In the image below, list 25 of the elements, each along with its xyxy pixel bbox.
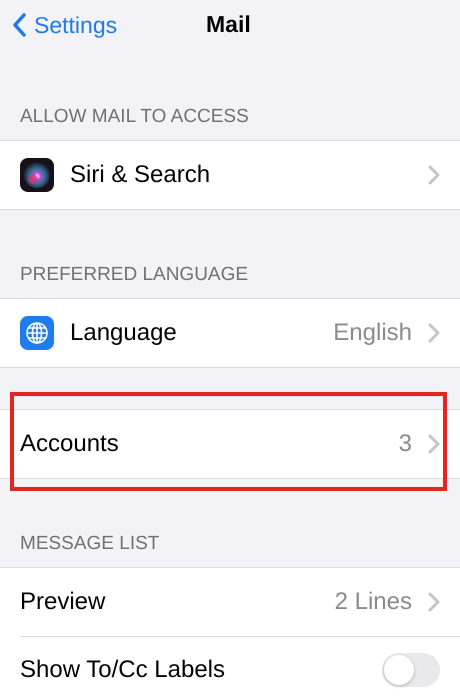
settings-row[interactable]: Language English xyxy=(0,299,460,367)
row-value: English xyxy=(333,319,412,347)
back-link[interactable]: Settings xyxy=(0,12,118,38)
settings-row[interactable]: Preview 2 Lines xyxy=(0,568,460,636)
settings-row[interactable]: Siri & Search xyxy=(0,141,460,209)
chevron-icon xyxy=(428,592,440,612)
chevron-icon xyxy=(428,323,440,343)
row-label: Preview xyxy=(20,588,106,616)
siri-icon xyxy=(20,158,54,192)
page-title: Mail xyxy=(206,11,251,38)
back-chevron-icon xyxy=(12,13,26,37)
settings-row[interactable]: Accounts 3 xyxy=(0,410,460,478)
section-header: PREFERRED LANGUAGE xyxy=(20,264,248,286)
row-value: 3 xyxy=(398,430,412,458)
row-value: 2 Lines xyxy=(334,588,412,616)
toggle-switch[interactable] xyxy=(382,653,440,687)
row-label: Accounts xyxy=(20,430,120,458)
section-header: MESSAGE LIST xyxy=(20,533,160,555)
chevron-icon xyxy=(428,165,440,185)
section-header: ALLOW MAIL TO ACCESS xyxy=(20,106,249,128)
row-label: Language xyxy=(70,319,178,347)
globe-icon xyxy=(20,316,54,350)
row-label: Show To/Cc Labels xyxy=(20,656,226,684)
row-label: Siri & Search xyxy=(70,161,212,189)
chevron-icon xyxy=(428,434,440,454)
